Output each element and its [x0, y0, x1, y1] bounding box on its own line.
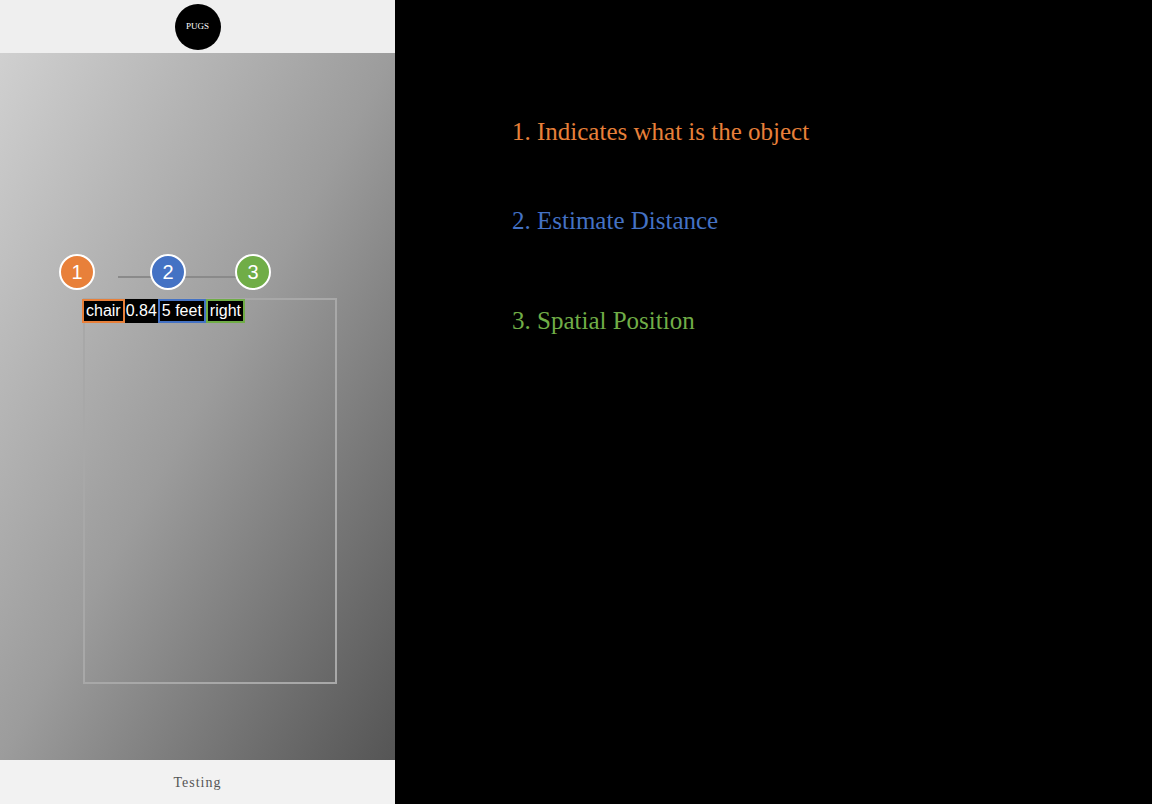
phone-screen: PUGS 1 2 3 chair0.845 feetright Testing [0, 0, 395, 804]
position-label: right [206, 299, 245, 323]
legend-item: 3. Spatial Position [512, 305, 1152, 337]
camera-view: 1 2 3 chair0.845 feetright [0, 53, 395, 760]
logo-icon: PUGS [175, 4, 221, 50]
figure: PUGS 1 2 3 chair0.845 feetright Testing 1. Ind… [0, 0, 1152, 804]
callout-badge: 2 [150, 254, 186, 290]
object-label: chair [82, 299, 125, 323]
confidence-score: 0.84 [125, 299, 158, 323]
distance-label: 5 feet [158, 299, 206, 323]
detection-label: chair0.845 feetright [82, 299, 245, 323]
legend: 1. Indicates what is the object 2. Estima… [395, 0, 1152, 804]
callout-badge: 1 [59, 254, 95, 290]
logo-text: PUGS [186, 22, 209, 31]
footer-text: Testing [173, 772, 221, 793]
legend-item: 2. Estimate Distance [512, 205, 1152, 237]
app-footer: Testing [0, 760, 395, 804]
callout-badge: 3 [235, 254, 271, 290]
bounding-box [83, 298, 337, 684]
app-header: PUGS [0, 0, 395, 53]
legend-item: 1. Indicates what is the object [512, 116, 1152, 148]
